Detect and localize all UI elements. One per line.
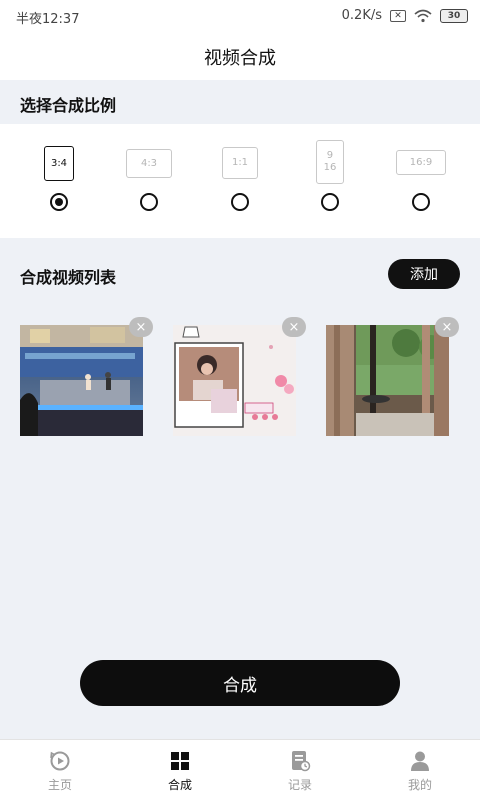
ratio-section-header: 选择合成比例 — [0, 80, 480, 124]
ratio-16-9-radio[interactable] — [412, 193, 430, 211]
remove-video-button[interactable]: × — [129, 317, 153, 337]
ratio-3-4-radio[interactable] — [50, 193, 68, 211]
network-speed: 0.2K/s — [341, 8, 382, 23]
video-thumbnail[interactable]: × — [173, 317, 306, 436]
video-thumbnail[interactable]: × — [326, 317, 459, 436]
ratio-option-3-4[interactable]: 3:4 — [14, 124, 104, 238]
page-title: 视频合成 — [204, 48, 276, 69]
title-bar: 视频合成 — [0, 32, 480, 80]
tab-records[interactable]: 记录 — [240, 740, 360, 801]
document-icon — [292, 751, 311, 772]
ratio-9-16-preview: 9 16 — [316, 140, 344, 184]
ratio-1-1-radio[interactable] — [231, 193, 249, 211]
status-indicators: 0.2K/s ✕ 30 — [342, 8, 468, 23]
add-video-button[interactable]: 添加 — [388, 259, 460, 289]
ratio-9-16-radio[interactable] — [321, 193, 339, 211]
video-thumbnail-image — [326, 325, 449, 436]
video-thumbnail-image — [20, 325, 143, 436]
video-list-title: 合成视频列表 — [20, 268, 117, 287]
video-thumbnail[interactable]: × — [20, 317, 153, 436]
ratio-section-title: 选择合成比例 — [20, 96, 117, 115]
remove-video-button[interactable]: × — [282, 317, 306, 337]
ratio-4-3-preview: 4:3 — [126, 149, 172, 178]
bottom-tab-bar: 主页 合成 记录 我的 — [0, 739, 480, 801]
tab-compose-label: 合成 — [167, 778, 192, 792]
status-time: 半夜12:37 — [16, 12, 80, 27]
ratio-option-16-9[interactable]: 16:9 — [376, 124, 466, 238]
tab-mine-label: 我的 — [407, 778, 432, 792]
video-thumbnail-image — [173, 325, 296, 436]
remove-video-button[interactable]: × — [435, 317, 459, 337]
ratio-16-9-preview: 16:9 — [396, 150, 446, 175]
ratio-3-4-preview: 3:4 — [44, 146, 74, 181]
ratio-option-4-3[interactable]: 4:3 — [104, 124, 194, 238]
user-icon — [411, 751, 429, 771]
ratio-option-9-16[interactable]: 9 16 — [285, 124, 375, 238]
tab-mine[interactable]: 我的 — [360, 740, 480, 801]
status-bar: 半夜12:37 0.2K/s ✕ 30 — [0, 0, 480, 32]
wifi-icon — [414, 9, 432, 22]
ratio-option-1-1[interactable]: 1:1 — [195, 124, 285, 238]
ratio-4-3-radio[interactable] — [140, 193, 158, 211]
battery-icon: 30 — [440, 8, 468, 23]
grid-icon — [171, 752, 189, 770]
ratio-options: 3:4 4:3 1:1 9 16 16:9 — [0, 124, 480, 238]
tab-home-label: 主页 — [47, 778, 72, 792]
tab-records-label: 记录 — [287, 778, 312, 792]
ratio-1-1-preview: 1:1 — [222, 147, 258, 179]
play-history-icon — [50, 751, 70, 771]
tab-home[interactable]: 主页 — [0, 740, 120, 801]
no-sim-icon: ✕ — [390, 9, 406, 22]
tab-compose[interactable]: 合成 — [120, 740, 240, 801]
compose-button[interactable]: 合成 — [80, 660, 400, 706]
